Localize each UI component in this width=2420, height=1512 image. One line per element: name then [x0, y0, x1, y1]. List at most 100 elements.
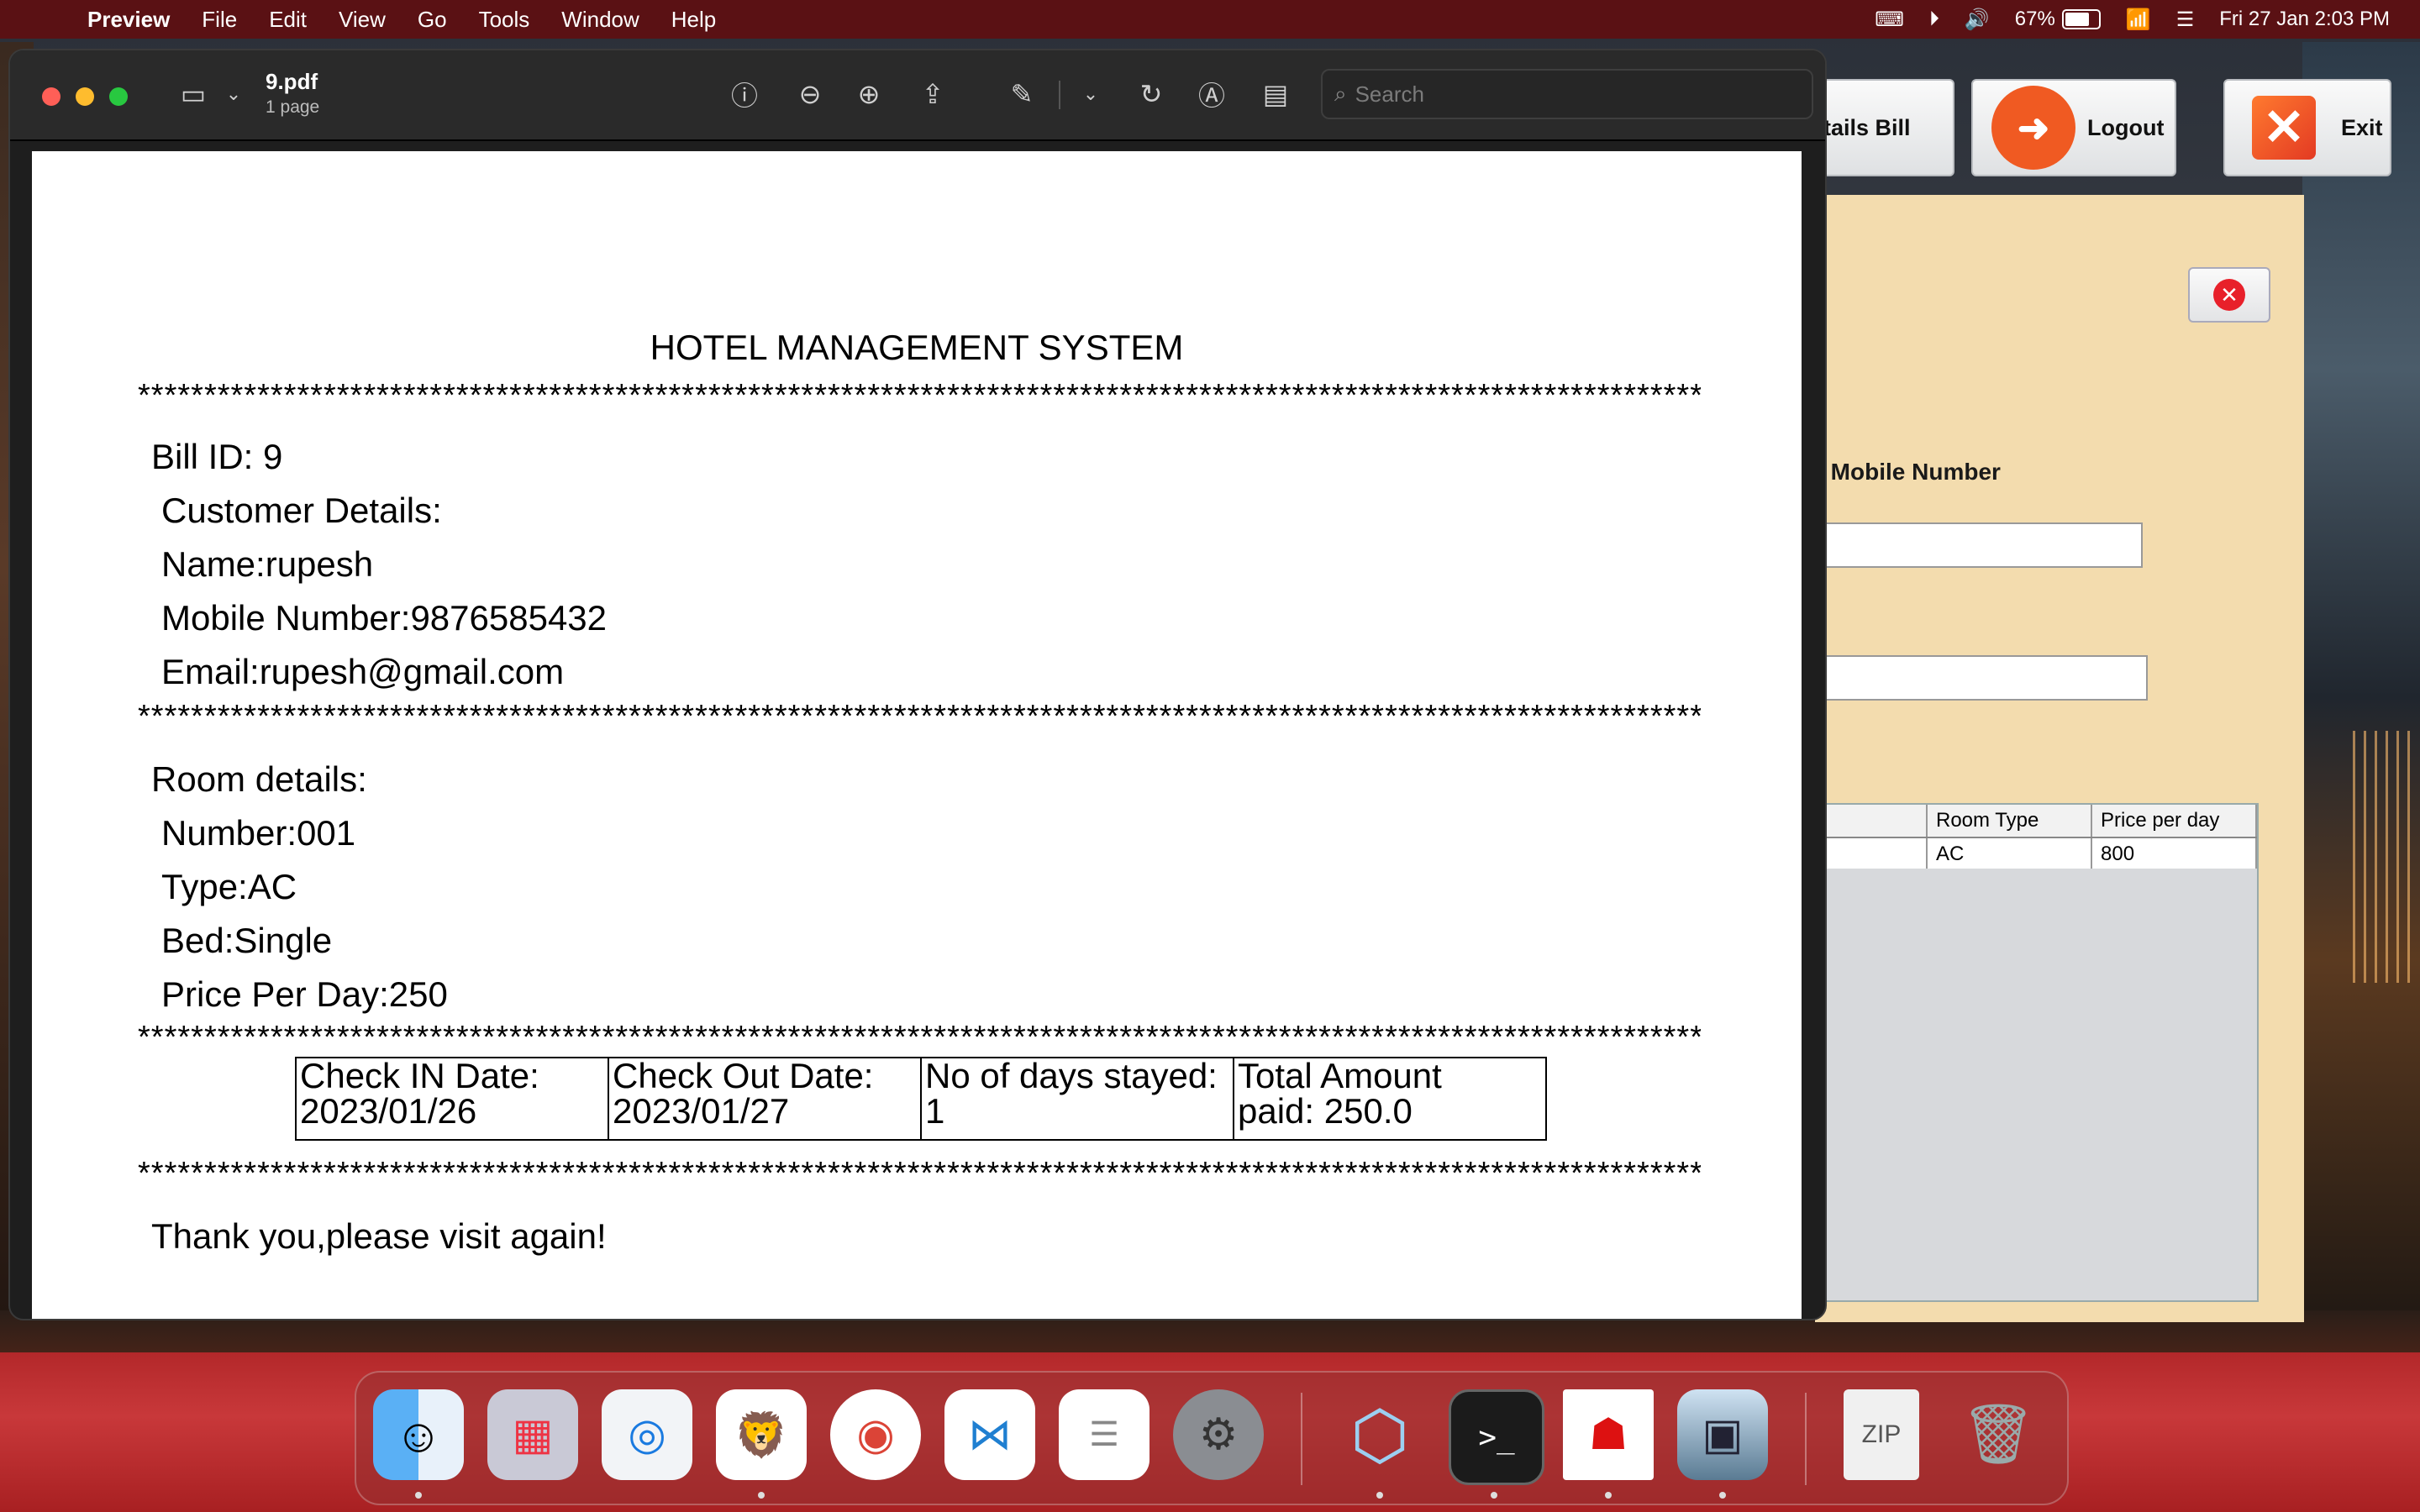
star-divider: ****************************************…	[138, 1156, 1701, 1191]
form-fill-icon[interactable]: ▤	[1257, 76, 1294, 113]
reminders-icon[interactable]: ☰	[1059, 1389, 1150, 1480]
star-divider: ****************************************…	[138, 1020, 1701, 1055]
table-row[interactable]: AC 800	[1817, 838, 2257, 869]
menu-app-name[interactable]: Preview	[87, 7, 170, 33]
brave-icon[interactable]: 🦁	[716, 1389, 807, 1480]
room-details-header: Room details:	[151, 759, 367, 799]
running-indicator	[1491, 1492, 1497, 1499]
menu-tools[interactable]: Tools	[479, 7, 530, 33]
running-indicator	[415, 1492, 422, 1499]
java-app-icon[interactable]: ☗	[1563, 1389, 1654, 1480]
document-title: 9.pdf	[266, 69, 318, 94]
menu-edit[interactable]: Edit	[269, 7, 307, 33]
trash-icon[interactable]: 🗑	[1953, 1389, 2044, 1480]
table-row: Check IN Date: 2023/01/26 Check Out Date…	[295, 1056, 1547, 1141]
wallpaper-lights	[2344, 731, 2412, 983]
wifi-icon[interactable]: 📶	[2126, 8, 2151, 32]
menu-go[interactable]: Go	[418, 7, 447, 33]
netbeans-icon[interactable]: ⬡	[1334, 1389, 1425, 1480]
stay-summary-table: Check IN Date: 2023/01/26 Check Out Date…	[295, 1057, 1547, 1141]
total-cell: Total Amount paid: 250.0	[1233, 1056, 1547, 1141]
vscode-icon[interactable]: ⋈	[944, 1389, 1035, 1480]
star-divider: ****************************************…	[138, 699, 1701, 734]
highlight-pen-icon[interactable]: ✎	[1003, 76, 1040, 113]
preview-toolbar: ▭ ⌄ 9.pdf 1 page ⓘ ⊖ ⊕ ⇪ ✎ ⌄ ↻ Ⓐ ▤ ⌕ Sea…	[10, 50, 1825, 141]
sidebar-toggle-icon[interactable]: ▭	[175, 76, 212, 113]
safari-icon[interactable]: ◎	[602, 1389, 692, 1480]
checkout-value: 2023/01/27	[613, 1091, 790, 1131]
customer-email: Email:rupesh@gmail.com	[161, 652, 565, 691]
running-indicator	[1605, 1492, 1612, 1499]
bill-document: HOTEL MANAGEMENT SYSTEM ****************…	[32, 151, 1802, 1319]
table-cell-room-type: AC	[1928, 838, 2092, 869]
menubar-clock[interactable]: Fri 27 Jan 2:03 PM	[2219, 8, 2390, 31]
rotate-icon[interactable]: ↻	[1133, 76, 1170, 113]
mobile-number-input[interactable]	[1815, 522, 2143, 568]
bill-id: Bill ID: 9	[151, 437, 283, 476]
search-placeholder: Search	[1355, 81, 1424, 107]
control-center-icon[interactable]: ☰	[2176, 8, 2195, 32]
room-bed: Bed:Single	[161, 921, 333, 960]
zoom-window-button[interactable]	[109, 87, 128, 106]
zoom-out-icon[interactable]: ⊖	[792, 76, 829, 113]
menu-file[interactable]: File	[202, 7, 237, 33]
bill-footer: Thank you,please visit again!	[151, 1216, 607, 1256]
customer-mobile: Mobile Number:9876585432	[161, 598, 608, 638]
chevron-down-icon[interactable]: ⌄	[215, 76, 252, 113]
dock-separator	[1805, 1393, 1807, 1485]
search-field[interactable]: ⌕ Search	[1321, 69, 1813, 119]
zoom-in-icon[interactable]: ⊕	[850, 76, 887, 113]
customer-details-header: Customer Details:	[161, 491, 442, 530]
checkin-label: Check IN Date:	[300, 1056, 539, 1095]
keyboard-icon[interactable]: ⌨	[1875, 8, 1904, 32]
play-icon[interactable]: ⏵	[1929, 8, 1939, 31]
dock-separator	[1301, 1393, 1302, 1485]
total-label: Total Amount	[1238, 1056, 1442, 1095]
secondary-input[interactable]	[1815, 655, 2148, 701]
status-area: ⌨ ⏵ 🔊 67% 📶 ☰ Fri 27 Jan 2:03 PM	[1875, 0, 2390, 39]
launchpad-icon[interactable]: ▦	[487, 1389, 578, 1480]
pdf-page: HOTEL MANAGEMENT SYSTEM ****************…	[32, 151, 1802, 1319]
battery-fill	[2065, 13, 2089, 26]
close-panel-button[interactable]: ✕	[2188, 267, 2270, 323]
logout-button[interactable]: ➜ Logout	[1971, 79, 2176, 176]
preview-icon[interactable]: ▣	[1677, 1389, 1768, 1480]
highlight-options-chevron-icon[interactable]: ⌄	[1072, 76, 1109, 113]
checkin-cell: Check IN Date: 2023/01/26	[295, 1056, 609, 1141]
menu-window[interactable]: Window	[561, 7, 639, 33]
dock: ☺ ▦ ◎ 🦁 ◉ ⋈ ☰ ⚙ ⬡ >_ ☗ ▣ ZIP 🗑	[355, 1371, 2069, 1505]
table-header-price[interactable]: Price per day	[2092, 805, 2257, 837]
exit-button[interactable]: ✕ Exit	[2223, 79, 2391, 176]
system-settings-icon[interactable]: ⚙	[1173, 1389, 1264, 1480]
days-label: No of days stayed:	[925, 1056, 1218, 1095]
table-header-cell[interactable]	[1817, 805, 1928, 837]
menu-view[interactable]: View	[339, 7, 386, 33]
running-indicator	[758, 1492, 765, 1499]
menu-help[interactable]: Help	[671, 7, 716, 33]
markup-icon[interactable]: Ⓐ	[1193, 76, 1230, 113]
chrome-icon[interactable]: ◉	[830, 1389, 921, 1480]
zip-archive-icon[interactable]: ZIP	[1844, 1389, 1919, 1480]
document-page-count: 1 page	[266, 97, 320, 117]
room-table-header: Room Type Price per day	[1817, 805, 2257, 838]
details-bill-button[interactable]: tails Bill	[1815, 79, 1954, 176]
total-value: paid: 250.0	[1238, 1091, 1413, 1131]
terminal-icon[interactable]: >_	[1449, 1389, 1544, 1485]
room-table: Room Type Price per day AC 800	[1815, 803, 2259, 1302]
battery-indicator[interactable]: 67%	[2015, 8, 2101, 31]
info-icon[interactable]: ⓘ	[726, 76, 763, 113]
checkout-cell: Check Out Date: 2023/01/27	[608, 1057, 922, 1141]
table-header-room-type[interactable]: Room Type	[1928, 805, 2092, 837]
exit-icon: ✕	[2252, 96, 2316, 160]
days-value: 1	[925, 1091, 945, 1131]
exit-label: Exit	[2341, 114, 2383, 140]
checkin-value: 2023/01/26	[300, 1091, 477, 1131]
volume-icon[interactable]: 🔊	[1965, 8, 1990, 32]
close-window-button[interactable]	[42, 87, 60, 106]
running-indicator	[1719, 1492, 1726, 1499]
minimize-window-button[interactable]	[76, 87, 94, 106]
mobile-number-label: r Mobile Number	[1815, 459, 2001, 485]
share-icon[interactable]: ⇪	[914, 76, 951, 113]
toolbar-separator	[1059, 81, 1060, 109]
finder-icon[interactable]: ☺	[373, 1389, 464, 1480]
